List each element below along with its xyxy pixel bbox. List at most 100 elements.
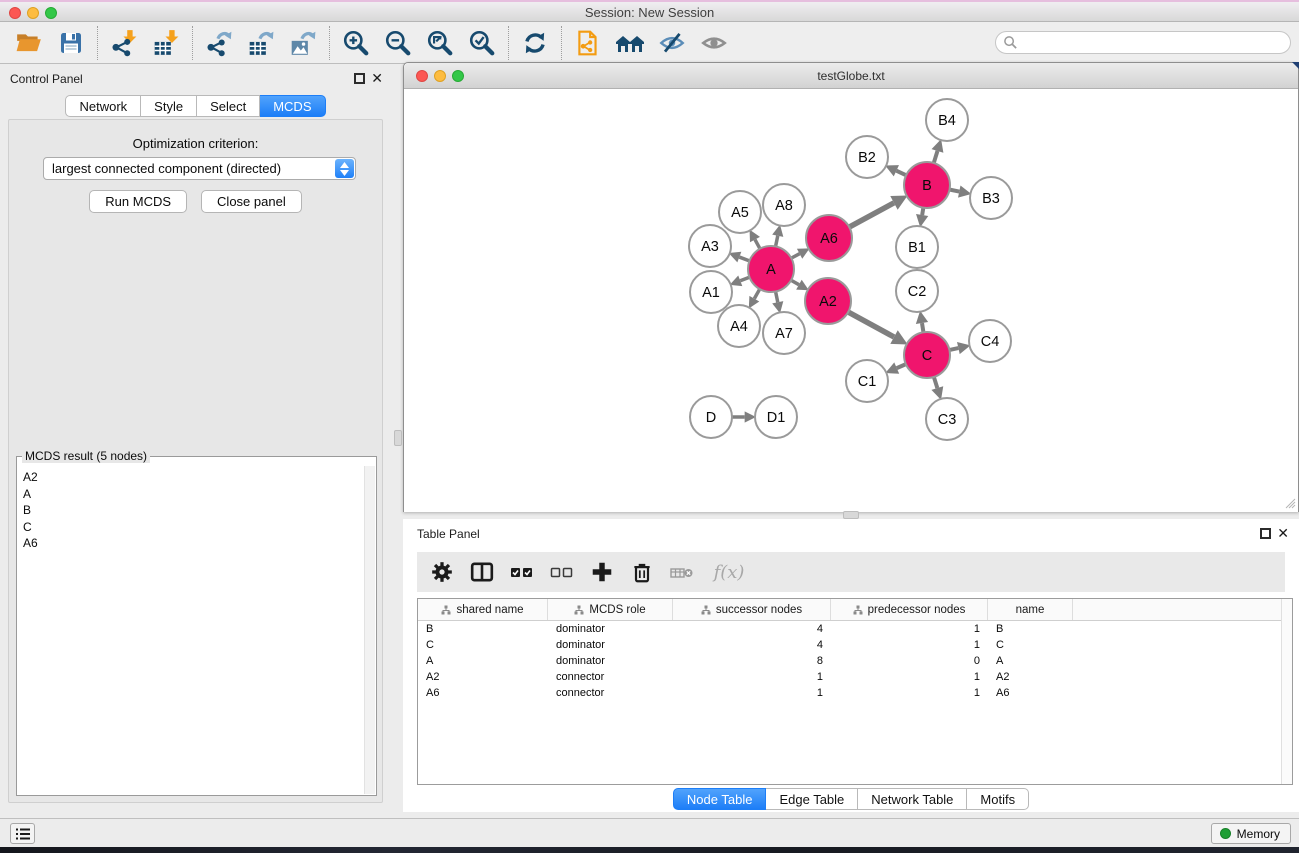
column-header-name[interactable]: name <box>988 599 1073 620</box>
column-header-successor-nodes[interactable]: successor nodes <box>673 599 831 620</box>
tab-edge-table[interactable]: Edge Table <box>766 788 858 810</box>
result-item[interactable]: B <box>23 502 363 519</box>
table-cell[interactable]: 1 <box>831 685 988 701</box>
select-all-button[interactable] <box>509 559 535 585</box>
delete-table-button[interactable] <box>669 559 695 585</box>
dropdown-stepper-icon <box>335 159 354 178</box>
memory-button[interactable]: Memory <box>1211 823 1291 844</box>
table-scrollbar[interactable] <box>1281 599 1292 784</box>
table-cell[interactable]: 1 <box>831 637 988 653</box>
result-item[interactable]: A2 <box>23 469 363 486</box>
table-cell[interactable]: connector <box>548 669 673 685</box>
export-table-button[interactable] <box>240 25 282 61</box>
edge-B-B4[interactable] <box>933 151 937 164</box>
refresh-button[interactable] <box>514 25 556 61</box>
table-cell[interactable]: 4 <box>673 637 831 653</box>
horizontal-splitter-handle[interactable] <box>843 511 859 519</box>
close-panel-button[interactable]: Close panel <box>201 190 302 213</box>
table-cell[interactable]: C <box>418 637 548 653</box>
export-table-icon <box>247 29 275 57</box>
table-cell[interactable]: 1 <box>673 685 831 701</box>
criterion-dropdown[interactable]: largest connected component (directed) <box>43 157 356 180</box>
hide-selected-button[interactable] <box>651 25 693 61</box>
save-session-button[interactable] <box>50 25 92 61</box>
table-settings-button[interactable] <box>429 559 455 585</box>
edge-A6-B[interactable] <box>848 203 894 228</box>
table-cell[interactable]: A <box>418 653 548 669</box>
table-cell[interactable]: dominator <box>548 653 673 669</box>
search-input[interactable] <box>995 31 1291 54</box>
table-cell[interactable]: 1 <box>673 669 831 685</box>
tab-select[interactable]: Select <box>197 95 260 117</box>
table-cell[interactable]: A6 <box>418 685 548 701</box>
table-cell[interactable]: A <box>988 653 1073 669</box>
table-cell[interactable]: 8 <box>673 653 831 669</box>
export-image-button[interactable] <box>282 25 324 61</box>
table-cell[interactable]: connector <box>548 685 673 701</box>
result-item[interactable]: A6 <box>23 535 363 552</box>
network-from-file-button[interactable] <box>567 25 609 61</box>
table-row[interactable]: Cdominator41C <box>418 637 1292 653</box>
zoom-in-button[interactable] <box>335 25 377 61</box>
table-cell[interactable]: A2 <box>418 669 548 685</box>
table-cell[interactable]: 1 <box>831 669 988 685</box>
table-cell[interactable]: 0 <box>831 653 988 669</box>
column-header-shared-name[interactable]: shared name <box>418 599 548 620</box>
function-builder-button[interactable]: f(x) <box>709 559 749 585</box>
table-row[interactable]: A6connector11A6 <box>418 685 1292 701</box>
network-graph[interactable]: AA1A2A3A4A5A6A7A8BB1B2B3B4CC1C2C3C4DD1 <box>404 89 1298 512</box>
task-history-button[interactable] <box>10 823 35 844</box>
export-network-button[interactable] <box>198 25 240 61</box>
node-table[interactable]: shared nameMCDS rolesuccessor nodes prede… <box>417 598 1293 785</box>
home-button[interactable] <box>609 25 651 61</box>
table-cell[interactable]: 4 <box>673 621 831 637</box>
import-table-button[interactable] <box>145 25 187 61</box>
tab-network-table[interactable]: Network Table <box>858 788 967 810</box>
tab-mcds[interactable]: MCDS <box>260 95 325 117</box>
table-cell[interactable]: B <box>418 621 548 637</box>
show-all-button[interactable] <box>693 25 735 61</box>
add-column-button[interactable] <box>589 559 615 585</box>
run-mcds-button[interactable]: Run MCDS <box>89 190 187 213</box>
zoom-fit-button[interactable] <box>419 25 461 61</box>
node-label: B <box>922 178 932 194</box>
delete-column-button[interactable] <box>629 559 655 585</box>
resize-grip-icon[interactable] <box>1284 497 1296 509</box>
show-columns-button[interactable] <box>469 559 495 585</box>
table-row[interactable]: A2connector11A2 <box>418 669 1292 685</box>
tab-network[interactable]: Network <box>65 95 141 117</box>
tab-style[interactable]: Style <box>141 95 197 117</box>
table-header-row: shared nameMCDS rolesuccessor nodes prede… <box>418 599 1292 621</box>
table-cell[interactable]: dominator <box>548 621 673 637</box>
import-network-button[interactable] <box>103 25 145 61</box>
close-table-panel-icon[interactable]: ✕ <box>1277 525 1289 541</box>
table-cell[interactable]: A6 <box>988 685 1073 701</box>
tab-node-table[interactable]: Node Table <box>673 788 767 810</box>
network-window-titlebar[interactable]: testGlobe.txt <box>404 63 1298 89</box>
save-icon <box>58 30 84 56</box>
float-panel-icon[interactable] <box>354 73 365 84</box>
result-item[interactable]: A <box>23 486 363 503</box>
table-cell[interactable]: 1 <box>831 621 988 637</box>
column-header-MCDS-role[interactable]: MCDS role <box>548 599 673 620</box>
vertical-splitter-handle[interactable] <box>394 430 402 446</box>
result-item[interactable]: C <box>23 519 363 536</box>
network-canvas[interactable]: AA1A2A3A4A5A6A7A8BB1B2B3B4CC1C2C3C4DD1 <box>404 89 1298 512</box>
float-table-panel-icon[interactable] <box>1260 528 1271 539</box>
table-cell[interactable]: B <box>988 621 1073 637</box>
table-cell[interactable]: C <box>988 637 1073 653</box>
close-panel-icon[interactable]: ✕ <box>371 70 383 86</box>
table-cell[interactable]: dominator <box>548 637 673 653</box>
table-row[interactable]: Bdominator41B <box>418 621 1292 637</box>
deselect-all-button[interactable] <box>549 559 575 585</box>
zoom-selected-button[interactable] <box>461 25 503 61</box>
tab-motifs[interactable]: Motifs <box>967 788 1029 810</box>
open-session-button[interactable] <box>8 25 50 61</box>
result-scrollbar[interactable] <box>364 466 375 794</box>
zoom-out-button[interactable] <box>377 25 419 61</box>
column-header-predecessor-nodes[interactable]: predecessor nodes <box>831 599 988 620</box>
table-cell[interactable]: A2 <box>988 669 1073 685</box>
table-row[interactable]: Adominator80A <box>418 653 1292 669</box>
column-label: predecessor nodes <box>868 604 966 616</box>
edge-A2-C[interactable] <box>847 312 894 337</box>
